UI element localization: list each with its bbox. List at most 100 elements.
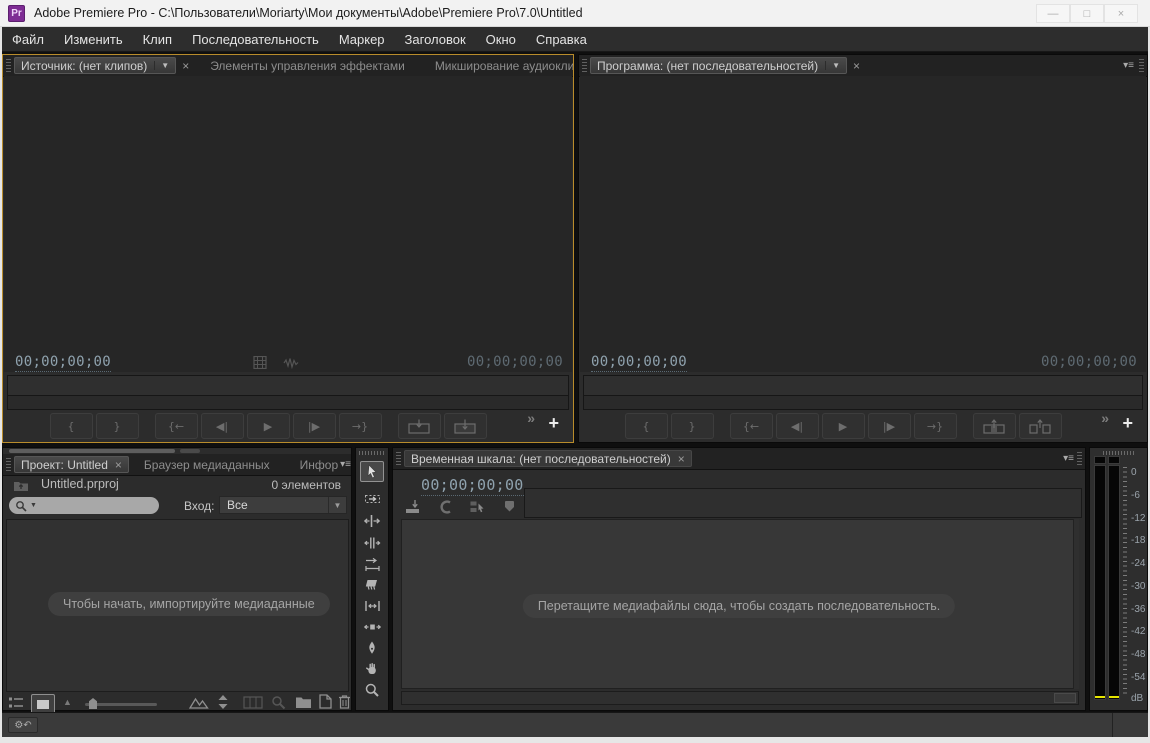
lift-button[interactable] — [972, 413, 1016, 439]
go-to-in-button[interactable]: {← — [154, 413, 198, 439]
maximize-button[interactable]: □ — [1070, 4, 1104, 23]
delete-icon[interactable] — [338, 694, 351, 709]
panel-menu-icon[interactable]: ▾≡ — [1063, 453, 1074, 464]
menu-window[interactable]: Окно — [476, 32, 526, 47]
search-options-arrow-icon[interactable]: ▼ — [30, 502, 37, 509]
tab-audio-mixer[interactable]: Микширование аудиокли — [420, 59, 573, 73]
list-view-button[interactable] — [8, 696, 24, 710]
overwrite-button[interactable] — [443, 413, 487, 439]
tab-overflow-scrollbar-end[interactable] — [180, 449, 200, 453]
panel-grip[interactable] — [6, 59, 11, 72]
button-editor-add[interactable]: + — [1122, 414, 1133, 432]
tab-program[interactable]: Программа: (нет последовательностей) ▼ — [590, 57, 848, 74]
menu-file[interactable]: Файл — [2, 32, 54, 47]
panel-grip[interactable] — [582, 59, 587, 72]
meter-bar-right[interactable] — [1108, 465, 1120, 700]
step-forward-button[interactable]: |▶ — [867, 413, 911, 439]
button-editor-add[interactable]: + — [548, 414, 559, 432]
mark-in-button[interactable]: { — [49, 413, 93, 439]
search-input[interactable]: ▼ — [9, 497, 159, 514]
tab-overflow-scrollbar[interactable] — [9, 449, 175, 453]
panel-menu-icon[interactable]: ▾≡ — [1123, 60, 1134, 71]
menu-help[interactable]: Справка — [526, 32, 597, 47]
film-frame-icon[interactable] — [253, 355, 268, 374]
snap-icon[interactable] — [435, 499, 455, 515]
program-timecode-current[interactable]: 00;00;00;00 — [591, 354, 688, 372]
tab-info[interactable]: Инфор — [285, 458, 340, 472]
status-settings-button[interactable]: ⚙↶ — [8, 717, 38, 733]
panel-grip[interactable] — [1102, 451, 1135, 455]
tab-close-icon[interactable]: × — [853, 59, 860, 73]
rate-stretch-tool-button[interactable] — [360, 553, 384, 574]
tab-close-icon[interactable]: × — [115, 458, 122, 472]
tab-project[interactable]: Проект: Untitled × — [14, 456, 129, 473]
mark-out-button[interactable]: } — [670, 413, 714, 439]
go-to-in-button[interactable]: {← — [729, 413, 773, 439]
program-scrub-bar[interactable] — [583, 375, 1143, 396]
panel-menu-icon[interactable]: ▾≡ — [340, 459, 351, 470]
mark-out-button[interactable]: } — [95, 413, 139, 439]
menu-marker[interactable]: Маркер — [329, 32, 395, 47]
go-to-out-button[interactable]: →} — [913, 413, 957, 439]
slip-tool-button[interactable] — [360, 595, 384, 616]
scrollbar-thumb[interactable] — [1054, 693, 1076, 703]
panel-grip[interactable] — [1077, 452, 1082, 465]
step-forward-button[interactable]: |▶ — [292, 413, 336, 439]
rolling-edit-tool-button[interactable] — [360, 532, 384, 553]
preview-area-toggle-icon[interactable]: ▲ — [63, 697, 72, 707]
step-back-button[interactable]: ◀| — [775, 413, 819, 439]
menu-clip[interactable]: Клип — [133, 32, 182, 47]
play-button[interactable]: ▶ — [246, 413, 290, 439]
new-item-icon[interactable] — [318, 694, 332, 709]
tab-close-icon[interactable]: × — [182, 59, 189, 73]
play-button[interactable]: ▶ — [821, 413, 865, 439]
zoom-tool-button[interactable] — [360, 679, 384, 700]
selection-tool-button[interactable] — [360, 461, 384, 482]
source-scrub-bar[interactable] — [7, 375, 569, 396]
more-buttons-chevron[interactable]: » — [527, 410, 535, 426]
tab-dropdown-icon[interactable]: ▼ — [154, 61, 169, 70]
panel-grip[interactable] — [359, 451, 385, 455]
icon-view-button[interactable] — [31, 694, 55, 714]
panel-grip[interactable] — [396, 452, 401, 465]
go-to-out-button[interactable]: →} — [338, 413, 382, 439]
mark-in-button[interactable]: { — [624, 413, 668, 439]
step-back-button[interactable]: ◀| — [200, 413, 244, 439]
menu-title[interactable]: Заголовок — [395, 32, 476, 47]
timeline-horizontal-scrollbar[interactable] — [401, 691, 1079, 705]
menu-edit[interactable]: Изменить — [54, 32, 133, 47]
timeline-ruler[interactable] — [524, 488, 1082, 518]
source-timecode-current[interactable]: 00;00;00;00 — [15, 354, 112, 372]
panel-grip[interactable] — [1139, 59, 1144, 72]
parent-bin-icon[interactable] — [13, 479, 29, 497]
razor-tool-button[interactable] — [360, 574, 384, 595]
source-zoom-bar[interactable] — [7, 396, 569, 410]
filter-dropdown[interactable]: Все ▼ — [219, 496, 347, 514]
sort-icon[interactable] — [217, 694, 229, 710]
extract-button[interactable] — [1018, 413, 1062, 439]
tab-effect-controls[interactable]: Элементы управления эффектами — [195, 59, 420, 73]
add-marker-icon[interactable] — [499, 499, 519, 514]
nest-insert-toggle-icon[interactable] — [403, 498, 423, 515]
minimize-button[interactable]: — — [1036, 4, 1070, 23]
filmstrip-icon[interactable] — [243, 696, 263, 709]
meter-bar-left[interactable] — [1094, 465, 1106, 700]
tab-close-icon[interactable]: × — [678, 452, 685, 466]
tab-media-browser[interactable]: Браузер медиаданных — [129, 458, 285, 472]
more-buttons-chevron[interactable]: » — [1101, 410, 1109, 426]
timeline-timecode[interactable]: 00;00;00;00 — [421, 476, 524, 496]
new-bin-icon[interactable] — [295, 695, 312, 709]
insert-button[interactable] — [397, 413, 441, 439]
track-select-tool-button[interactable] — [360, 488, 384, 509]
tab-dropdown-icon[interactable]: ▼ — [825, 61, 840, 70]
timeline-vertical-scrollbar[interactable] — [1073, 519, 1079, 689]
program-zoom-bar[interactable] — [583, 396, 1143, 410]
panel-grip[interactable] — [6, 458, 11, 471]
ripple-edit-tool-button[interactable] — [360, 510, 384, 531]
close-button[interactable]: × — [1104, 4, 1138, 23]
tab-timeline[interactable]: Временная шкала: (нет последовательносте… — [404, 450, 692, 467]
hand-tool-button[interactable] — [360, 658, 384, 679]
menu-sequence[interactable]: Последовательность — [182, 32, 329, 47]
slide-tool-button[interactable] — [360, 616, 384, 637]
project-file-name[interactable]: Untitled.prproj — [41, 477, 119, 491]
